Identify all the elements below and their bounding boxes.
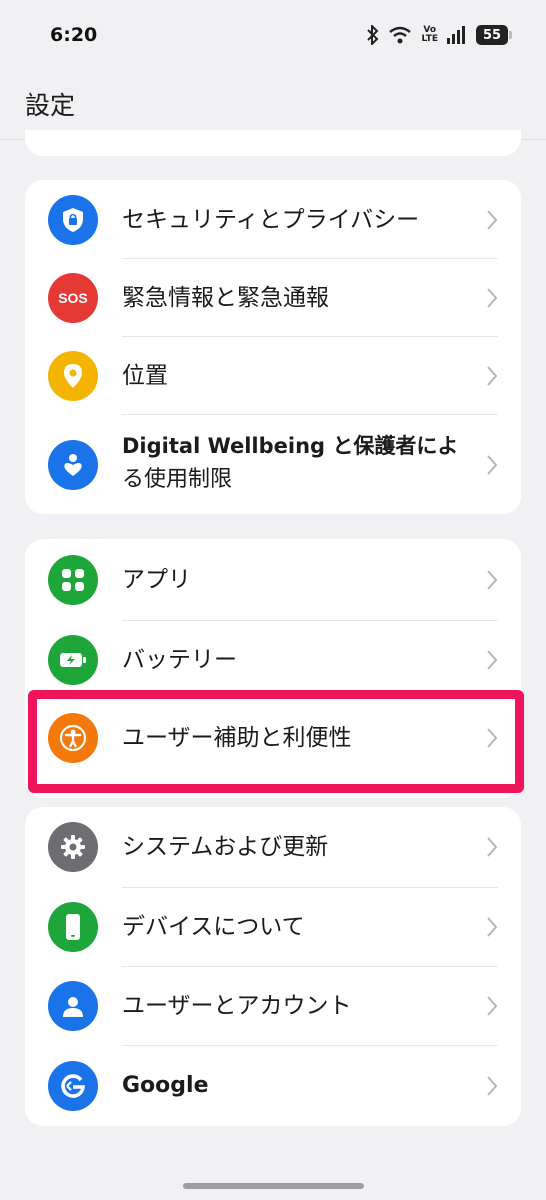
shield-lock-icon <box>48 194 98 245</box>
settings-item-label: 位置 <box>122 363 168 389</box>
settings-item-location[interactable]: 位置 <box>25 337 521 415</box>
settings-item-google[interactable]: Google <box>25 1046 521 1126</box>
settings-group-security: セキュリティとプライバシー SOS 緊急情報と緊急通報 位置 Digital W… <box>25 180 521 514</box>
sos-icon: SOS <box>48 273 98 323</box>
settings-item-about-device[interactable]: デバイスについて <box>25 888 521 966</box>
google-icon <box>48 1061 98 1111</box>
chevron-right-icon <box>487 650 498 670</box>
signal-icon <box>447 26 465 44</box>
chevron-right-icon <box>487 366 498 386</box>
battery-indicator: 55 <box>476 25 512 45</box>
settings-item-label: Google <box>122 1073 209 1098</box>
settings-item-apps[interactable]: アプリ <box>25 539 521 621</box>
settings-item-label: Digital Wellbeing と保護者によ る使用制限 <box>122 429 458 497</box>
settings-item-label: アプリ <box>122 567 191 593</box>
location-pin-icon <box>48 351 98 401</box>
settings-item-battery[interactable]: バッテリー <box>25 621 521 699</box>
user-icon <box>48 981 98 1031</box>
home-indicator[interactable] <box>183 1183 364 1189</box>
settings-item-label: システムおよび更新 <box>122 834 329 860</box>
settings-item-label: バッテリー <box>122 647 237 673</box>
heart-person-icon <box>48 439 98 490</box>
volte-icon: Vo LTE <box>421 25 438 44</box>
chevron-right-icon <box>487 454 498 475</box>
settings-item-label: 緊急情報と緊急通報 <box>122 285 329 311</box>
sos-icon-text: SOS <box>58 290 88 306</box>
bluetooth-icon <box>367 25 379 45</box>
chevron-right-icon <box>487 209 498 230</box>
settings-group-system: システムおよび更新 デバイスについて ユーザーとアカウント Google <box>25 807 521 1126</box>
phone-icon <box>48 902 98 952</box>
status-icons: Vo LTE 55 <box>367 25 512 45</box>
previous-card-edge <box>25 130 521 156</box>
chevron-right-icon <box>487 996 498 1016</box>
settings-item-emergency[interactable]: SOS 緊急情報と緊急通報 <box>25 259 521 337</box>
settings-item-system-updates[interactable]: システムおよび更新 <box>25 807 521 887</box>
chevron-right-icon <box>487 1076 498 1096</box>
apps-grid-icon <box>48 555 98 605</box>
chevron-right-icon <box>487 570 498 590</box>
gear-icon <box>48 822 98 872</box>
settings-item-label-line2: る使用制限 <box>122 467 233 492</box>
settings-item-security-privacy[interactable]: セキュリティとプライバシー <box>25 180 521 259</box>
status-bar: 6:20 Vo LTE 55 <box>0 0 546 72</box>
battery-icon <box>48 635 98 685</box>
settings-item-label: セキュリティとプライバシー <box>122 206 420 233</box>
settings-item-label-line1: Digital Wellbeing と保護者によ <box>122 434 459 458</box>
wifi-icon <box>389 26 412 44</box>
settings-item-digital-wellbeing[interactable]: Digital Wellbeing と保護者によ る使用制限 <box>25 415 521 514</box>
chevron-right-icon <box>487 288 498 308</box>
chevron-right-icon <box>487 837 498 857</box>
settings-item-label: デバイスについて <box>122 914 305 940</box>
chevron-right-icon <box>487 917 498 937</box>
settings-item-users-accounts[interactable]: ユーザーとアカウント <box>25 967 521 1045</box>
highlight-box <box>28 690 524 793</box>
battery-level: 55 <box>482 27 502 43</box>
settings-item-label: ユーザーとアカウント <box>122 993 352 1019</box>
status-time: 6:20 <box>50 24 98 46</box>
page-title: 設定 <box>25 91 76 120</box>
